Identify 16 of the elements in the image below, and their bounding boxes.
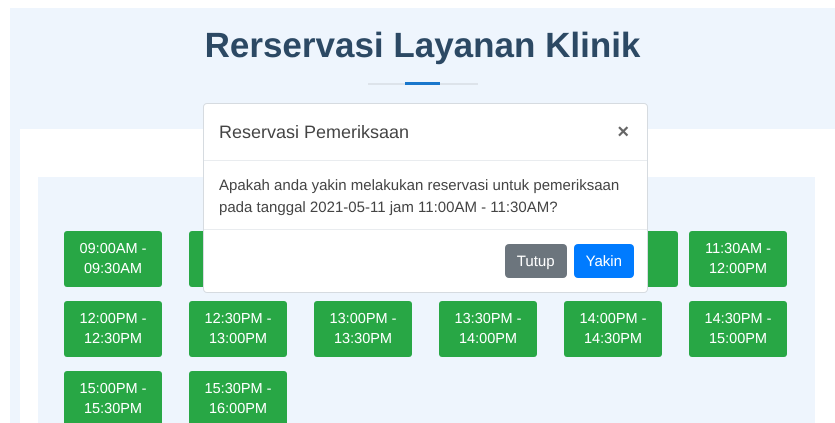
time-slot-button[interactable]: 12:00PM - 12:30PM	[64, 301, 162, 357]
time-slot-button[interactable]: 13:00PM - 13:30PM	[314, 301, 412, 357]
time-slot-button[interactable]: 15:00PM - 15:30PM	[64, 371, 162, 423]
time-slot-button[interactable]: 14:00PM - 14:30PM	[564, 301, 662, 357]
close-button[interactable]: ×	[613, 120, 633, 144]
dialog-title: Reservasi Pemeriksaan	[219, 122, 410, 142]
page-title: Rerservasi Layanan Klinik	[204, 26, 642, 66]
time-slot-button[interactable]: 15:30PM - 16:00PM	[189, 371, 287, 423]
time-slot-button[interactable]: 09:00AM - 09:30AM	[64, 231, 162, 287]
time-slot-button[interactable]: 14:30PM - 15:00PM	[689, 301, 787, 357]
dismiss-button[interactable]: Tutup	[504, 244, 567, 278]
dialog-message: Apakah anda yakin melakukan reservasi untuk pemeriksaan pada tanggal 2021-05-11 jam 11:00AM - 11:30AM?	[219, 176, 620, 218]
time-slot-button[interactable]: 13:30PM - 14:00PM	[439, 301, 537, 357]
confirm-button[interactable]: Yakin	[574, 244, 634, 278]
time-slot-button[interactable]: 12:30PM - 13:00PM	[189, 301, 287, 357]
time-slot-button[interactable]: 11:30AM - 12:00PM	[689, 231, 787, 287]
